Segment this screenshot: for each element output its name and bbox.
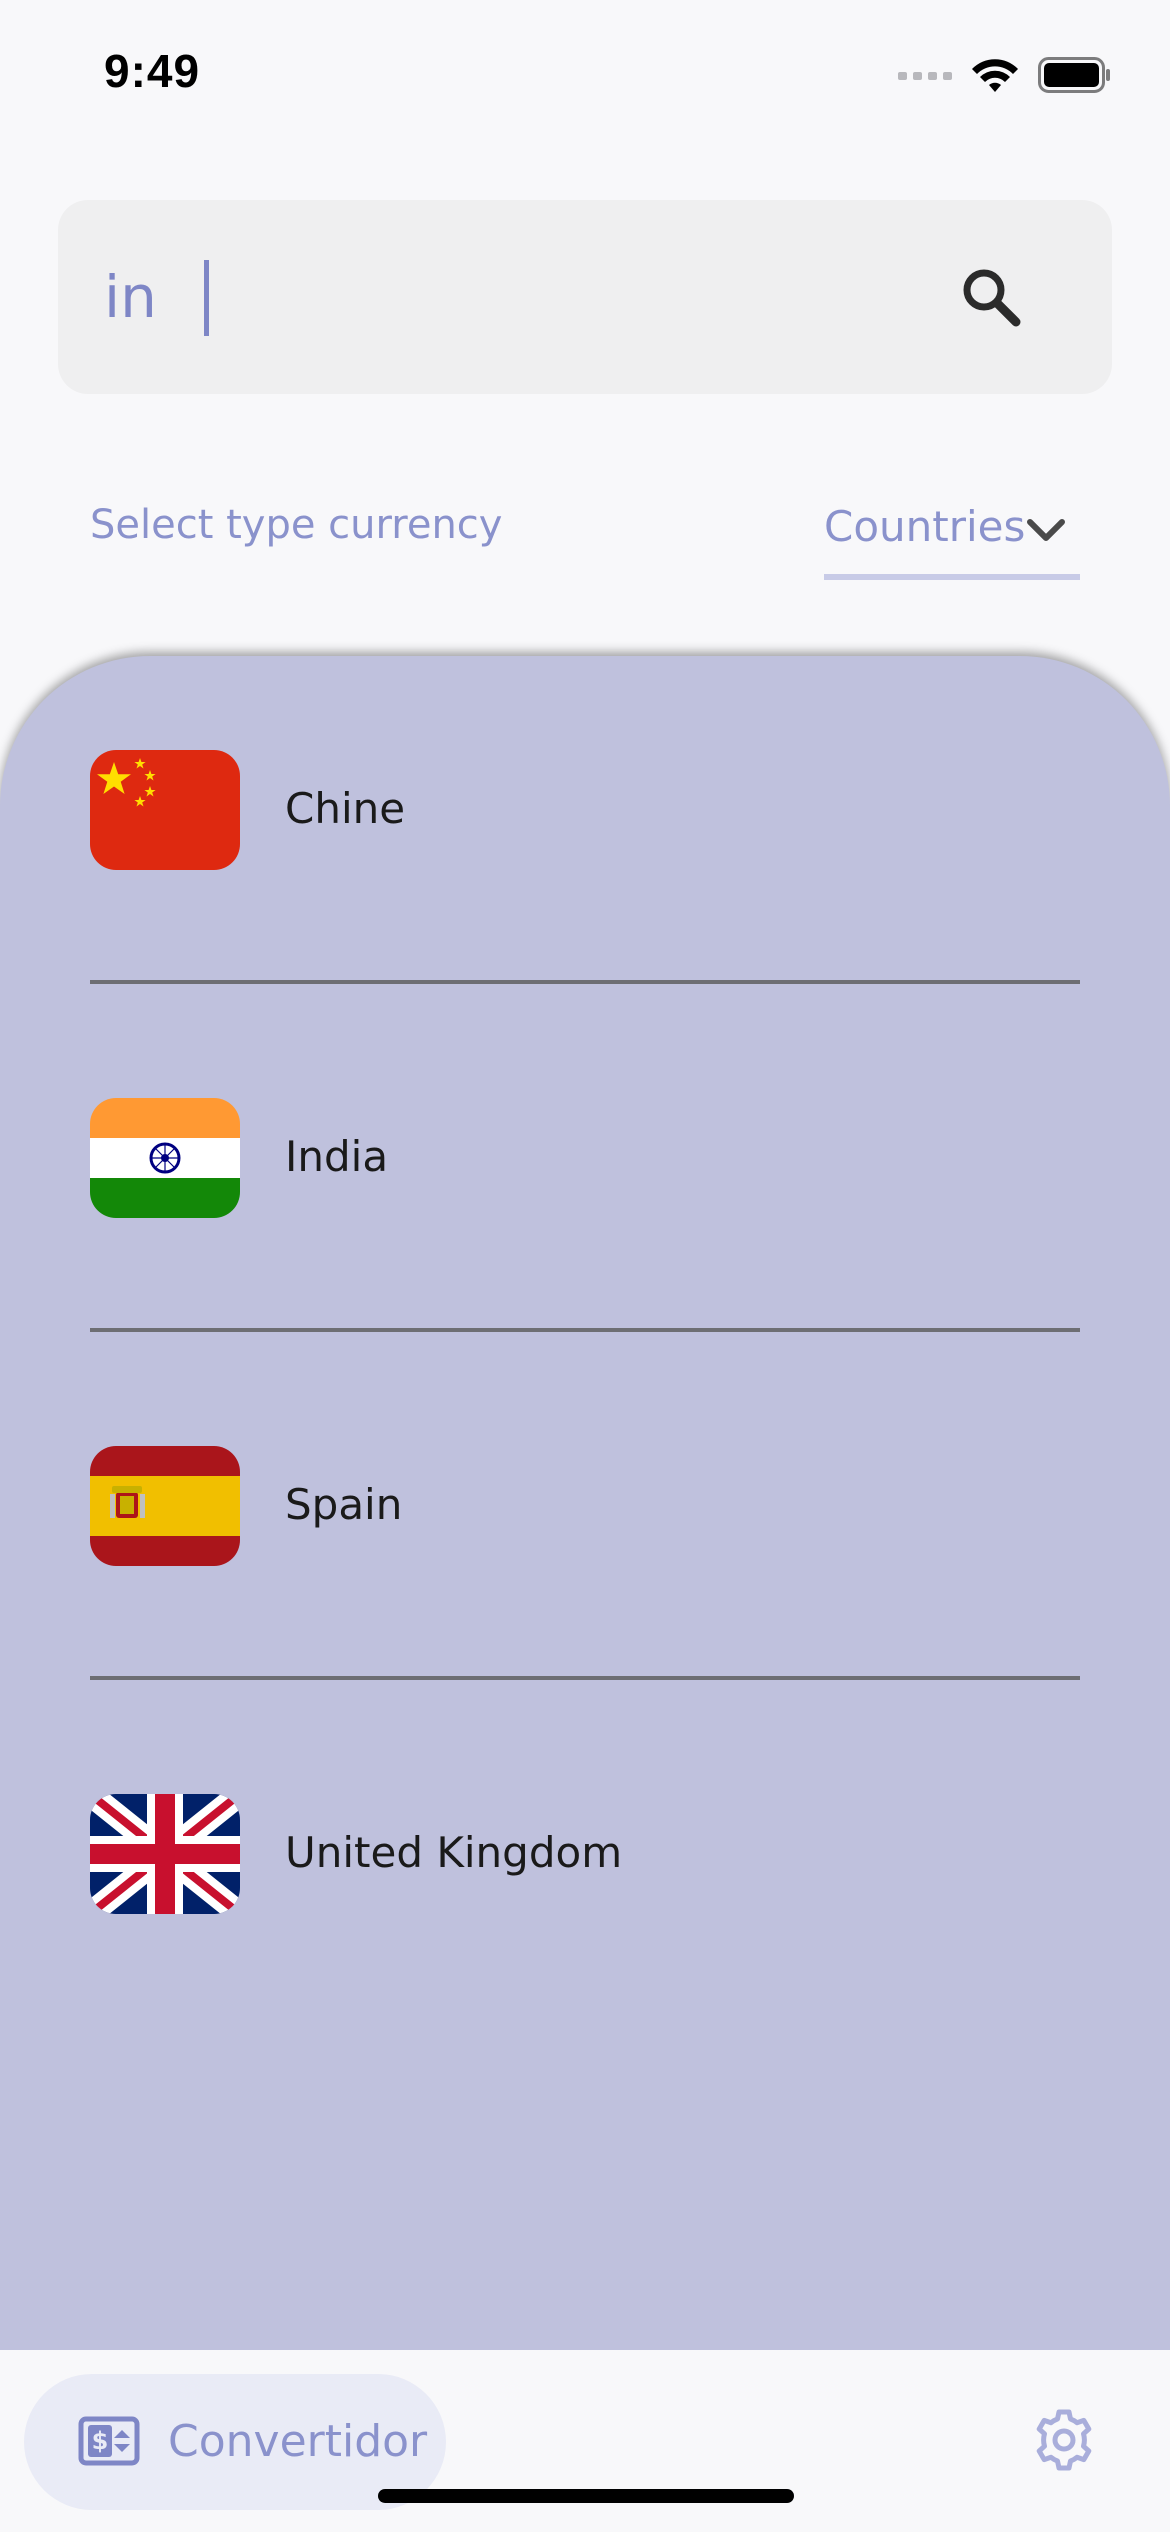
country-name: United Kingdom <box>285 1828 623 1877</box>
search-button[interactable] <box>956 262 1026 332</box>
settings-button[interactable] <box>1032 2408 1096 2472</box>
list-item[interactable]: Spain <box>90 1446 1080 1566</box>
chevron-down-icon <box>1027 519 1065 541</box>
uk-flag-icon <box>90 1794 240 1914</box>
country-name: Chine <box>285 784 406 833</box>
currency-type-value: Countries <box>824 502 1026 551</box>
divider <box>90 1328 1080 1332</box>
wifi-icon <box>972 59 1018 92</box>
currency-converter-icon: $ <box>78 2416 140 2466</box>
list-item[interactable]: Chine <box>90 750 1080 870</box>
currency-type-label: Select type currency <box>90 502 503 548</box>
status-bar: 9:49 <box>0 0 1170 150</box>
india-flag-icon <box>90 1098 240 1218</box>
status-time: 9:49 <box>104 45 201 97</box>
signal-icon <box>898 72 952 80</box>
china-flag-icon <box>90 750 240 870</box>
search-input[interactable]: in <box>104 262 157 332</box>
divider <box>90 1676 1080 1680</box>
svg-text:$: $ <box>92 2427 109 2455</box>
currency-type-dropdown[interactable]: Countries <box>824 490 1080 580</box>
status-icons <box>898 50 1112 100</box>
country-list: Chine India Spain United Kingdom <box>0 656 1170 2356</box>
country-name: India <box>285 1132 389 1181</box>
bottom-navigation: $ Convertidor <box>0 2350 1170 2532</box>
search-box[interactable]: in <box>58 200 1112 394</box>
tab-convertidor-label: Convertidor <box>168 2416 428 2467</box>
battery-icon <box>1038 57 1110 93</box>
gear-icon <box>1036 2409 1092 2471</box>
currency-type-row: Select type currency Countries <box>90 490 1080 580</box>
home-indicator <box>378 2489 794 2503</box>
spain-flag-icon <box>90 1446 240 1566</box>
list-item[interactable]: United Kingdom <box>90 1794 1080 1914</box>
divider <box>90 980 1080 984</box>
list-item[interactable]: India <box>90 1098 1080 1218</box>
country-name: Spain <box>285 1480 403 1529</box>
text-caret <box>204 260 209 336</box>
search-icon <box>963 269 1021 327</box>
